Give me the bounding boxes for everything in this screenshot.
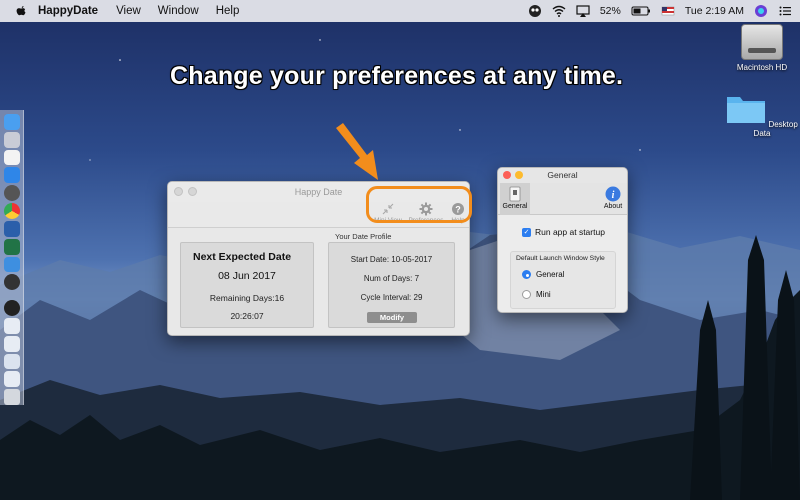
airplay-icon[interactable] [576, 4, 590, 18]
info-icon: i [605, 186, 621, 202]
next-date-heading: Next Expected Date [193, 251, 292, 263]
modify-button[interactable]: Modify [367, 312, 417, 323]
remaining-days: Remaining Days:16 [209, 293, 285, 303]
dock [0, 110, 24, 405]
mini-radio-label: Mini [536, 290, 551, 299]
tab-label: About [603, 203, 623, 210]
countdown-timer: 20:26:07 [230, 311, 264, 321]
word-icon[interactable] [3, 220, 20, 237]
mini-radio[interactable] [522, 290, 531, 299]
trash-icon[interactable] [3, 389, 20, 405]
clock[interactable]: Tue 2:19 AM [685, 5, 744, 17]
tab-about[interactable]: i About [598, 183, 627, 215]
desktop-icon-label: Macintosh HD [736, 63, 788, 72]
notification-center-icon[interactable] [778, 4, 792, 18]
next-date-value: 08 Jun 2017 [218, 270, 276, 282]
window-titlebar: General [498, 168, 627, 183]
wifi-icon[interactable] [552, 4, 566, 18]
close-button[interactable] [174, 187, 183, 196]
siri-icon[interactable] [754, 4, 768, 18]
general-settings-panel: ✓ Run app at startup Default Launch Wind… [498, 215, 627, 312]
general-radio-label: General [536, 270, 565, 279]
start-date: Start Date: 10-05-2017 [350, 255, 433, 264]
general-radio[interactable] [522, 270, 531, 279]
menu-help[interactable]: Help [216, 5, 240, 17]
launchpad-icon[interactable] [3, 131, 20, 148]
hard-drive-icon [741, 24, 783, 60]
next-date-panel: Next Expected Date 08 Jun 2017 Remaining… [180, 242, 314, 328]
switch-icon [509, 186, 521, 202]
xcode-icon[interactable] [3, 256, 20, 273]
radio-row-mini: Mini [522, 290, 551, 299]
close-button[interactable] [503, 171, 511, 179]
app-menu[interactable]: HappyDate [38, 5, 98, 17]
radio-row-general: General [522, 270, 564, 279]
document-icon[interactable] [3, 317, 20, 334]
battery-icon[interactable] [631, 4, 651, 18]
document-icon[interactable] [3, 335, 20, 352]
menu-view[interactable]: View [116, 5, 141, 17]
cycle-interval: Cycle Interval: 29 [360, 293, 423, 302]
desktop-icon-desktop-data[interactable]: Desktop Data [722, 92, 800, 138]
apple-menu-icon[interactable] [14, 4, 28, 18]
document-icon[interactable] [3, 353, 20, 370]
battery-percent: 52% [599, 5, 621, 17]
owl-icon[interactable] [528, 4, 542, 18]
num-days: Num of Days: 7 [363, 274, 420, 283]
system-preferences-icon[interactable] [3, 185, 20, 202]
date-profile-panel: Start Date: 10-05-2017 Num of Days: 7 Cy… [328, 242, 455, 328]
desktop-icon-macintosh-hd[interactable]: Macintosh HD [722, 24, 800, 72]
svg-text:i: i [612, 190, 615, 201]
arrow-icon [336, 123, 378, 180]
menu-window[interactable]: Window [158, 5, 199, 17]
window-content: Next Expected Date 08 Jun 2017 Remaining… [168, 228, 469, 335]
notes-icon[interactable] [3, 149, 20, 166]
excel-icon[interactable] [3, 238, 20, 255]
time-machine-icon[interactable] [3, 300, 20, 316]
tab-general[interactable]: General [500, 183, 530, 215]
document-icon[interactable] [3, 371, 20, 388]
toolbar-highlight [366, 186, 472, 223]
profile-heading: Your Date Profile [335, 232, 392, 241]
minimize-button[interactable] [188, 187, 197, 196]
run-at-startup-checkbox[interactable]: ✓ [522, 227, 531, 237]
preferences-tabs: General i About [498, 183, 627, 215]
finder-icon[interactable] [3, 114, 20, 130]
minimize-button[interactable] [515, 171, 523, 179]
promo-headline: Change your preferences at any time. [169, 61, 624, 91]
safari-icon[interactable] [3, 274, 20, 291]
status-area: 52% Tue 2:19 AM [528, 0, 792, 22]
chrome-icon[interactable] [3, 203, 20, 219]
window-title: General [547, 170, 578, 180]
menu-bar: HappyDate View Window Help 52% Tue 2:19 … [0, 0, 800, 22]
run-at-startup-label: Run app at startup [535, 227, 605, 237]
flag-icon[interactable] [661, 4, 675, 18]
folder-icon [727, 97, 766, 123]
general-preferences-window: General General i About ✓ Run app at sta… [497, 167, 628, 313]
app-store-icon[interactable] [3, 167, 20, 184]
run-at-startup-row: ✓ Run app at startup [522, 227, 605, 237]
launch-style-label: Default Launch Window Style [516, 255, 605, 262]
tab-label: General [502, 203, 528, 210]
